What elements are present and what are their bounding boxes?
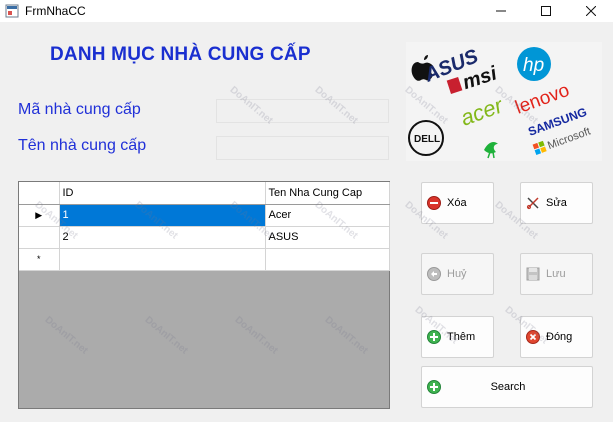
logo-text: DELL — [414, 134, 440, 145]
close-form-button-label: Đóng — [546, 331, 573, 343]
search-button-label: Search — [490, 381, 526, 393]
close-icon — [586, 6, 596, 16]
delete-button-label: Xóa — [447, 197, 467, 209]
brand-logos-image: ASUS msi hp acer lenovo SAMSUNG Microsof… — [406, 42, 602, 161]
minimize-icon — [496, 10, 506, 12]
save-icon — [526, 267, 540, 281]
new-row[interactable]: * — [19, 248, 390, 271]
supplier-name-input[interactable] — [216, 136, 389, 160]
close-form-button[interactable]: Đóng — [520, 316, 593, 358]
row-header-corner — [19, 182, 60, 205]
logo-text: hp — [523, 55, 544, 76]
table-cell-name[interactable]: ASUS — [265, 226, 390, 249]
app-icon — [5, 4, 19, 18]
app-window: FrmNhaCC DANH MỤC NHÀ CUNG CẤP Mã nhà cu… — [0, 0, 613, 422]
page-title: DANH MỤC NHÀ CUNG CẤP — [50, 44, 311, 65]
window-title: FrmNhaCC — [25, 4, 86, 18]
new-row-indicator-icon[interactable]: * — [19, 248, 60, 271]
current-row-indicator-icon[interactable]: ▶ — [19, 204, 60, 227]
cancel-icon — [427, 267, 441, 281]
edit-button-label: Sửa — [546, 197, 567, 209]
supplier-name-label: Tên nhà cung cấp — [18, 137, 147, 154]
cancel-button[interactable]: Huỷ — [421, 253, 494, 295]
table-header-row: ID Ten Nha Cung Cap — [19, 182, 390, 205]
supplier-id-label: Mã nhà cung cấp — [18, 101, 141, 118]
table-row[interactable]: 2 ASUS — [19, 226, 390, 249]
table-cell-name[interactable]: Acer — [265, 204, 390, 227]
add-icon — [427, 330, 441, 344]
close-circle-icon — [526, 330, 540, 344]
column-header-id[interactable]: ID — [59, 182, 266, 205]
add-button-label: Thêm — [447, 331, 476, 343]
save-button[interactable]: Lưu — [520, 253, 593, 295]
title-bar[interactable]: FrmNhaCC — [0, 0, 613, 22]
supplier-id-input[interactable] — [216, 99, 389, 123]
table-cell-id[interactable]: 1 — [59, 204, 266, 227]
maximize-icon — [541, 6, 551, 16]
cancel-button-label: Huỷ — [447, 268, 467, 280]
delete-icon — [427, 196, 441, 210]
brand-logos-graphic: ASUS msi hp acer lenovo SAMSUNG Microsof… — [406, 42, 602, 161]
close-button[interactable] — [569, 0, 613, 22]
minimize-button[interactable] — [479, 0, 523, 22]
search-button[interactable]: Search — [421, 366, 593, 408]
table-cell-name[interactable] — [265, 248, 390, 271]
delete-button[interactable]: Xóa — [421, 182, 494, 224]
scissors-tools-icon — [526, 197, 539, 210]
supplier-table: ID Ten Nha Cung Cap ▶ 1 Acer 2 ASUS * — [19, 182, 390, 271]
table-cell-id[interactable] — [59, 248, 266, 271]
maximize-button[interactable] — [524, 0, 568, 22]
add-button[interactable]: Thêm — [421, 316, 494, 358]
save-button-label: Lưu — [546, 268, 566, 280]
supplier-grid[interactable]: ID Ten Nha Cung Cap ▶ 1 Acer 2 ASUS * — [18, 181, 390, 409]
edit-button[interactable]: Sửa — [520, 182, 593, 224]
column-header-name[interactable]: Ten Nha Cung Cap — [265, 182, 390, 205]
table-cell-id[interactable]: 2 — [59, 226, 266, 249]
row-header[interactable] — [19, 226, 60, 249]
table-row[interactable]: ▶ 1 Acer — [19, 204, 390, 227]
